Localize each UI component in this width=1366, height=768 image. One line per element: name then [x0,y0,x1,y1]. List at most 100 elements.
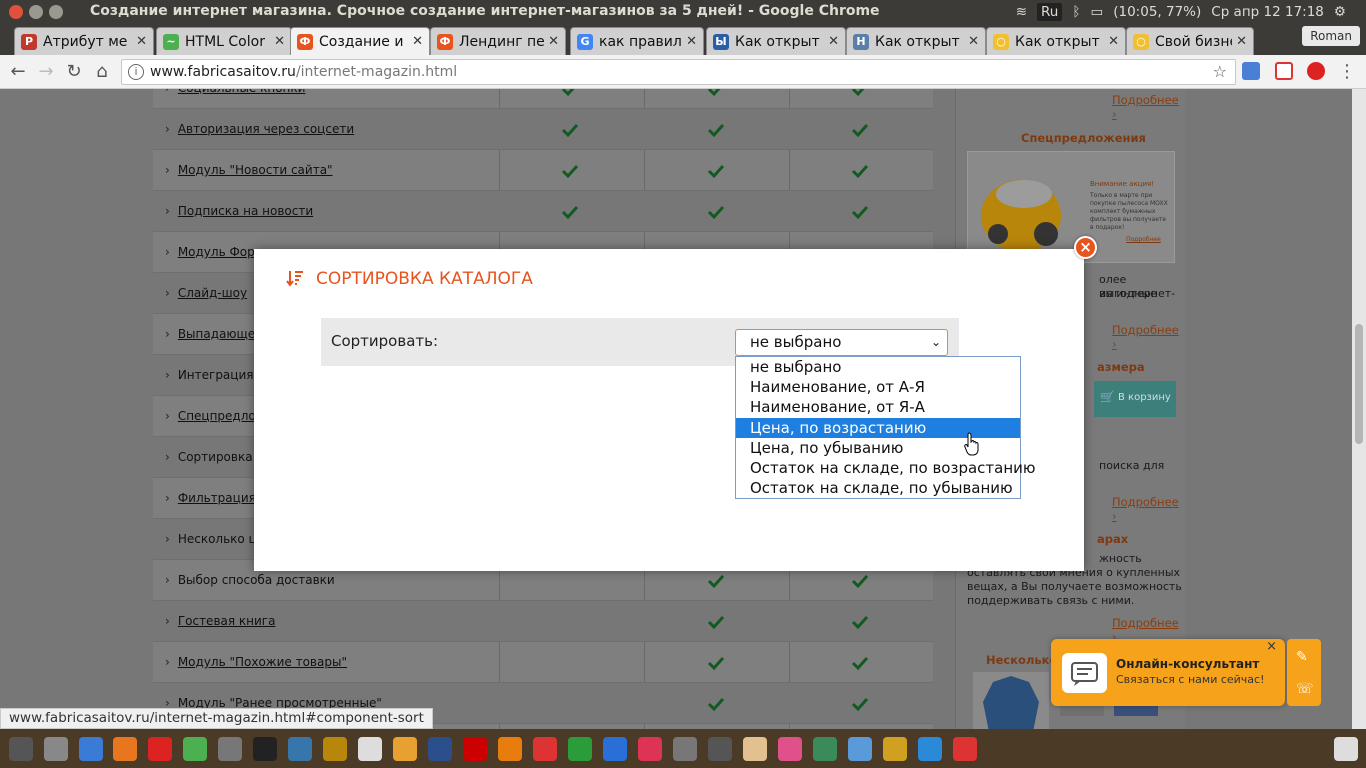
scrollbar-thumb[interactable] [1355,324,1363,444]
feature-label[interactable]: Модуль "Похожие товары" [178,655,347,669]
feature-label[interactable]: Несколько це [178,532,264,546]
feature-label[interactable]: Подписка на новости [178,204,313,218]
sort-select[interactable]: не выбрано ⌄ [735,329,948,356]
feature-label[interactable]: Выпадающее [178,327,263,341]
stop-extension-icon[interactable] [1307,62,1325,80]
feature-name[interactable]: › Слайд-шоу [165,273,247,314]
tab-close-icon[interactable]: ✕ [1236,34,1247,49]
gear-app-icon[interactable] [778,737,802,761]
code-editor-icon[interactable] [428,737,452,761]
tab-7[interactable]: ○ Как открыт ✕ [986,27,1126,55]
sort-option[interactable]: Наименование, от Я-А [736,397,1020,417]
feature-label[interactable]: Выбор способа доставки [178,573,335,587]
tab-3[interactable]: Ф Лендинг пе ✕ [430,27,566,55]
python-icon[interactable] [288,737,312,761]
info-icon[interactable]: i [128,64,144,80]
feature-label[interactable]: Интеграция с [178,368,264,382]
reload-icon[interactable]: ↻ [63,61,85,83]
url-text[interactable]: www.fabricasaitov.ru/internet-magazin.ht… [150,60,457,84]
tab-close-icon[interactable]: ✕ [412,34,423,49]
blender-icon[interactable] [498,737,522,761]
feature-name[interactable]: › Спецпредлож [165,396,267,437]
chrome-icon[interactable] [183,737,207,761]
upload-icon[interactable] [953,737,977,761]
product-image[interactable] [973,672,1049,729]
folder-icon[interactable] [848,737,872,761]
feature-label[interactable]: Авторизация через соцсети [178,122,354,136]
maximize-window-icon[interactable] [49,5,63,19]
document-icon[interactable] [358,737,382,761]
gimp-icon[interactable] [323,737,347,761]
write-message-icon[interactable]: ✎ [1296,649,1308,665]
filezilla-icon[interactable] [463,737,487,761]
settings-icon[interactable] [44,737,68,761]
feature-name[interactable]: › Фильтрация т [165,478,267,519]
tab-8[interactable]: ○ Свой бизне ✕ [1126,27,1254,55]
keyboard-layout[interactable]: Ru [1037,3,1063,21]
feature-name[interactable]: › Социальные кнопки [165,89,305,109]
online-consultant-widget[interactable]: Онлайн-консультант Связаться с нами сейч… [1051,639,1285,706]
wifi-icon[interactable]: ≋ [1016,4,1027,20]
feature-label[interactable]: Гостевая книга [178,614,276,628]
more-link[interactable]: Подробнее › [1112,495,1185,523]
page-scrollbar[interactable] [1352,89,1366,729]
feature-label[interactable]: Слайд-шоу [178,286,247,300]
address-bar[interactable]: i www.fabricasaitov.ru/internet-magazin.… [121,59,1236,85]
trash-icon[interactable] [1334,737,1358,761]
tab-close-icon[interactable]: ✕ [548,34,559,49]
translate-extension-icon[interactable] [1242,62,1260,80]
launcher-icon[interactable] [9,737,33,761]
close-window-icon[interactable] [9,5,23,19]
presentation-icon[interactable] [638,737,662,761]
modal-close-button[interactable]: × [1074,236,1097,259]
spreadsheet-icon[interactable] [568,737,592,761]
profile-button[interactable]: Roman [1302,26,1360,46]
tab-close-icon[interactable]: ✕ [968,34,979,49]
tab-close-icon[interactable]: ✕ [828,34,839,49]
battery-status[interactable]: (10:05, 77%) [1113,4,1201,20]
promo-link[interactable]: Подробнее [1126,236,1161,243]
opera-icon[interactable] [148,737,172,761]
feature-name[interactable]: › Подписка на новости [165,191,313,232]
battery-icon[interactable]: ▭ [1090,4,1103,20]
tab-5[interactable]: Ы Как открыт ✕ [706,27,846,55]
promo-banner[interactable]: Внимание акция! Только в марте при покуп… [967,151,1175,263]
terminal-icon[interactable] [253,737,277,761]
feature-name[interactable]: › Модуль "Новости сайта" [165,150,333,191]
feature-label[interactable]: Модуль "Новости сайта" [178,163,333,177]
clock[interactable]: Ср апр 12 17:18 [1211,4,1324,20]
tab-close-icon[interactable]: ✕ [1108,34,1119,49]
feature-label[interactable]: Социальные кнопки [178,89,306,95]
system-settings-icon[interactable] [708,737,732,761]
menu-dots-icon[interactable]: ⋮ [1336,61,1358,83]
add-to-cart-button[interactable]: 🛒 В корзину [1094,381,1176,417]
mail-icon[interactable] [743,737,767,761]
settings-gear-icon[interactable]: ⚙ [1334,4,1346,20]
feature-name[interactable]: › Выпадающее [165,314,263,355]
back-arrow-icon[interactable]: ← [7,61,29,83]
feature-name[interactable]: › Интеграция с [165,355,264,396]
more-link[interactable]: Подробнее › [1112,93,1185,121]
tab-close-icon[interactable]: ✕ [274,34,285,49]
firefox-icon[interactable] [113,737,137,761]
home-icon[interactable]: ⌂ [91,61,113,83]
sort-option[interactable]: Остаток на складе, по возрастанию [736,458,1036,478]
feature-name[interactable]: › Несколько це [165,519,264,560]
tab-4[interactable]: Gкак правил ✕ [570,27,704,55]
tab-6[interactable]: H Как открыт ✕ [846,27,986,55]
feature-name[interactable]: › Гостевая книга [165,601,275,642]
more-link[interactable]: Подробнее › [1112,323,1185,351]
inkscape-icon[interactable] [393,737,417,761]
minimize-window-icon[interactable] [29,5,43,19]
sort-options-list[interactable]: не выбрано Наименование, от А-Я Наименован… [735,356,1036,499]
tab-1[interactable]: ~ HTML Color ✕ [156,27,292,55]
wps-icon[interactable] [533,737,557,761]
feature-name[interactable]: › Модуль Форм [165,232,264,273]
xampp-icon[interactable] [883,737,907,761]
feature-name[interactable]: › Авторизация через соцсети [165,109,354,150]
consultant-close-icon[interactable]: × [1266,639,1277,654]
finder-icon[interactable] [79,737,103,761]
tab-2[interactable]: Ф Создание и ✕ [290,27,430,55]
bookmark-star-icon[interactable]: ☆ [1213,60,1227,84]
shield-extension-icon[interactable] [1275,62,1293,80]
